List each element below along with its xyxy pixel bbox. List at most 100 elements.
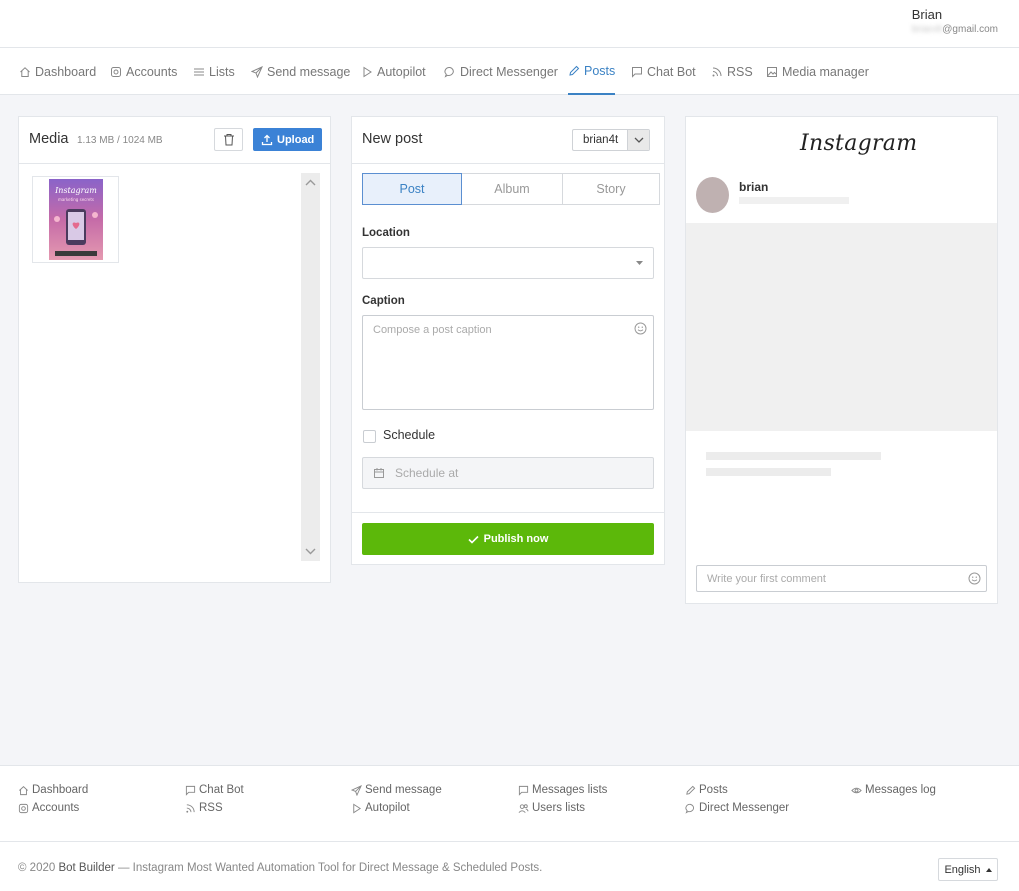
nav-dashboard[interactable]: Dashboard xyxy=(19,48,96,95)
media-thumbnail[interactable]: Instagram marketing secrets xyxy=(32,176,119,263)
nav-label: Autopilot xyxy=(377,64,426,79)
home-icon xyxy=(20,66,30,77)
schedule-at-input[interactable]: Schedule at xyxy=(362,457,654,489)
upload-label: Upload xyxy=(277,133,315,146)
tab-album[interactable]: Album xyxy=(461,173,563,205)
account-select-value: brian4t xyxy=(583,134,619,146)
upload-button[interactable]: Upload xyxy=(253,128,323,151)
footer: Dashboard Accounts Chat Bot RSS Send mes… xyxy=(0,765,1019,891)
footer-link-messages-lists[interactable]: Messages lists xyxy=(518,784,607,796)
chevron-down-icon xyxy=(627,130,649,150)
calendar-icon xyxy=(374,468,384,478)
play-icon xyxy=(363,66,372,77)
emoji-icon[interactable] xyxy=(634,322,647,335)
pencil-icon xyxy=(686,785,696,795)
media-panel: Media 1.13 MB / 1024 MB Upload Instagram… xyxy=(18,116,331,583)
footer-link-rss[interactable]: RSS xyxy=(185,802,223,814)
footer-link-users-lists[interactable]: Users lists xyxy=(518,802,585,814)
nav-lists[interactable]: Lists xyxy=(193,48,235,95)
top-bar: Brian brian4t@gmail.com xyxy=(0,0,1019,48)
schedule-checkbox[interactable] xyxy=(363,430,376,443)
caption-input[interactable]: Compose a post caption xyxy=(362,315,654,410)
nav-posts[interactable]: Posts xyxy=(568,48,616,95)
footer-link-dashboard[interactable]: Dashboard xyxy=(18,784,88,796)
chevron-down-icon[interactable] xyxy=(305,547,316,555)
avatar xyxy=(696,177,729,213)
nav-media-manager[interactable]: Media manager xyxy=(766,48,869,95)
location-select[interactable] xyxy=(362,247,654,279)
footer-link-autopilot[interactable]: Autopilot xyxy=(351,802,410,814)
image-icon xyxy=(767,66,777,77)
chat-bubble-icon xyxy=(444,66,454,78)
pencil-icon xyxy=(569,65,580,76)
language-select[interactable]: English xyxy=(938,858,998,881)
instagram-logo: Instagram xyxy=(800,131,918,156)
emoji-icon[interactable] xyxy=(968,572,981,585)
publish-label: Publish now xyxy=(483,533,549,545)
eye-icon xyxy=(851,787,862,793)
preview-username: brian xyxy=(739,180,769,194)
nav-direct-messenger[interactable]: Direct Messenger xyxy=(444,48,558,95)
skeleton-line xyxy=(739,197,849,204)
caption-label: Caption xyxy=(362,295,405,307)
nav-label: Direct Messenger xyxy=(460,64,558,79)
footer-link-accounts[interactable]: Accounts xyxy=(18,802,79,814)
brand-link[interactable]: Bot Builder xyxy=(58,862,114,874)
skeleton-line xyxy=(706,452,881,460)
copyright-text: © 2020 Bot Builder — Instagram Most Want… xyxy=(18,862,543,874)
footer-link-send-message[interactable]: Send message xyxy=(351,784,442,796)
nav-accounts[interactable]: Accounts xyxy=(110,48,177,95)
message-square-icon xyxy=(632,66,642,78)
tab-story[interactable]: Story xyxy=(562,173,660,205)
message-square-icon xyxy=(518,785,529,796)
instagram-icon xyxy=(111,66,121,77)
footer-link-posts[interactable]: Posts xyxy=(685,784,728,796)
instagram-icon xyxy=(18,803,29,813)
user-menu[interactable]: Brian brian4t@gmail.com xyxy=(912,7,998,35)
preview-image-placeholder xyxy=(686,223,997,431)
send-icon xyxy=(351,784,362,796)
main-nav: Dashboard Accounts Lists Send message Au… xyxy=(0,48,1019,95)
instagram-ebook-cover-image: Instagram marketing secrets xyxy=(48,179,103,260)
instagram-preview-panel: Instagram brian Write your first comment xyxy=(685,116,998,604)
chat-bubble-icon xyxy=(685,803,694,814)
nav-rss[interactable]: RSS xyxy=(711,48,753,95)
location-label: Location xyxy=(362,227,410,239)
nav-label: Accounts xyxy=(126,64,178,79)
comment-input[interactable]: Write your first comment xyxy=(696,565,987,592)
home-icon xyxy=(19,785,28,795)
users-icon xyxy=(518,803,529,813)
post-type-tabs: Post Album Story xyxy=(362,173,660,205)
new-post-title: New post xyxy=(362,131,423,147)
nav-autopilot[interactable]: Autopilot xyxy=(361,48,426,95)
new-post-header: New post brian4t xyxy=(352,117,664,164)
play-icon xyxy=(353,803,362,813)
nav-label: Send message xyxy=(267,64,351,79)
nav-send-message[interactable]: Send message xyxy=(251,48,350,95)
send-icon xyxy=(251,65,263,78)
tab-post[interactable]: Post xyxy=(362,173,462,205)
divider xyxy=(352,512,664,513)
comment-placeholder: Write your first comment xyxy=(707,572,826,585)
chevron-up-icon[interactable] xyxy=(305,179,316,187)
footer-link-chat-bot[interactable]: Chat Bot xyxy=(185,784,244,796)
skeleton-line xyxy=(706,468,831,476)
media-scrollbar[interactable] xyxy=(301,173,320,561)
delete-media-button[interactable] xyxy=(214,128,243,151)
check-icon xyxy=(468,535,479,544)
new-post-panel: New post brian4t Post Album Story Locati… xyxy=(351,116,665,565)
nav-label: Dashboard xyxy=(35,64,97,79)
footer-link-messages-log[interactable]: Messages log xyxy=(851,784,936,796)
upload-icon xyxy=(261,134,273,145)
caret-up-icon xyxy=(985,867,992,872)
footer-link-direct-messenger[interactable]: Direct Messenger xyxy=(685,802,789,814)
nav-chat-bot[interactable]: Chat Bot xyxy=(631,48,696,95)
list-icon xyxy=(194,68,204,75)
publish-now-button[interactable]: Publish now xyxy=(362,523,654,555)
rss-icon xyxy=(186,803,195,813)
account-select[interactable]: brian4t xyxy=(572,129,650,151)
schedule-placeholder: Schedule at xyxy=(395,466,459,480)
schedule-label: Schedule xyxy=(383,428,436,442)
user-name: Brian xyxy=(911,7,943,22)
caption-placeholder: Compose a post caption xyxy=(373,324,492,336)
